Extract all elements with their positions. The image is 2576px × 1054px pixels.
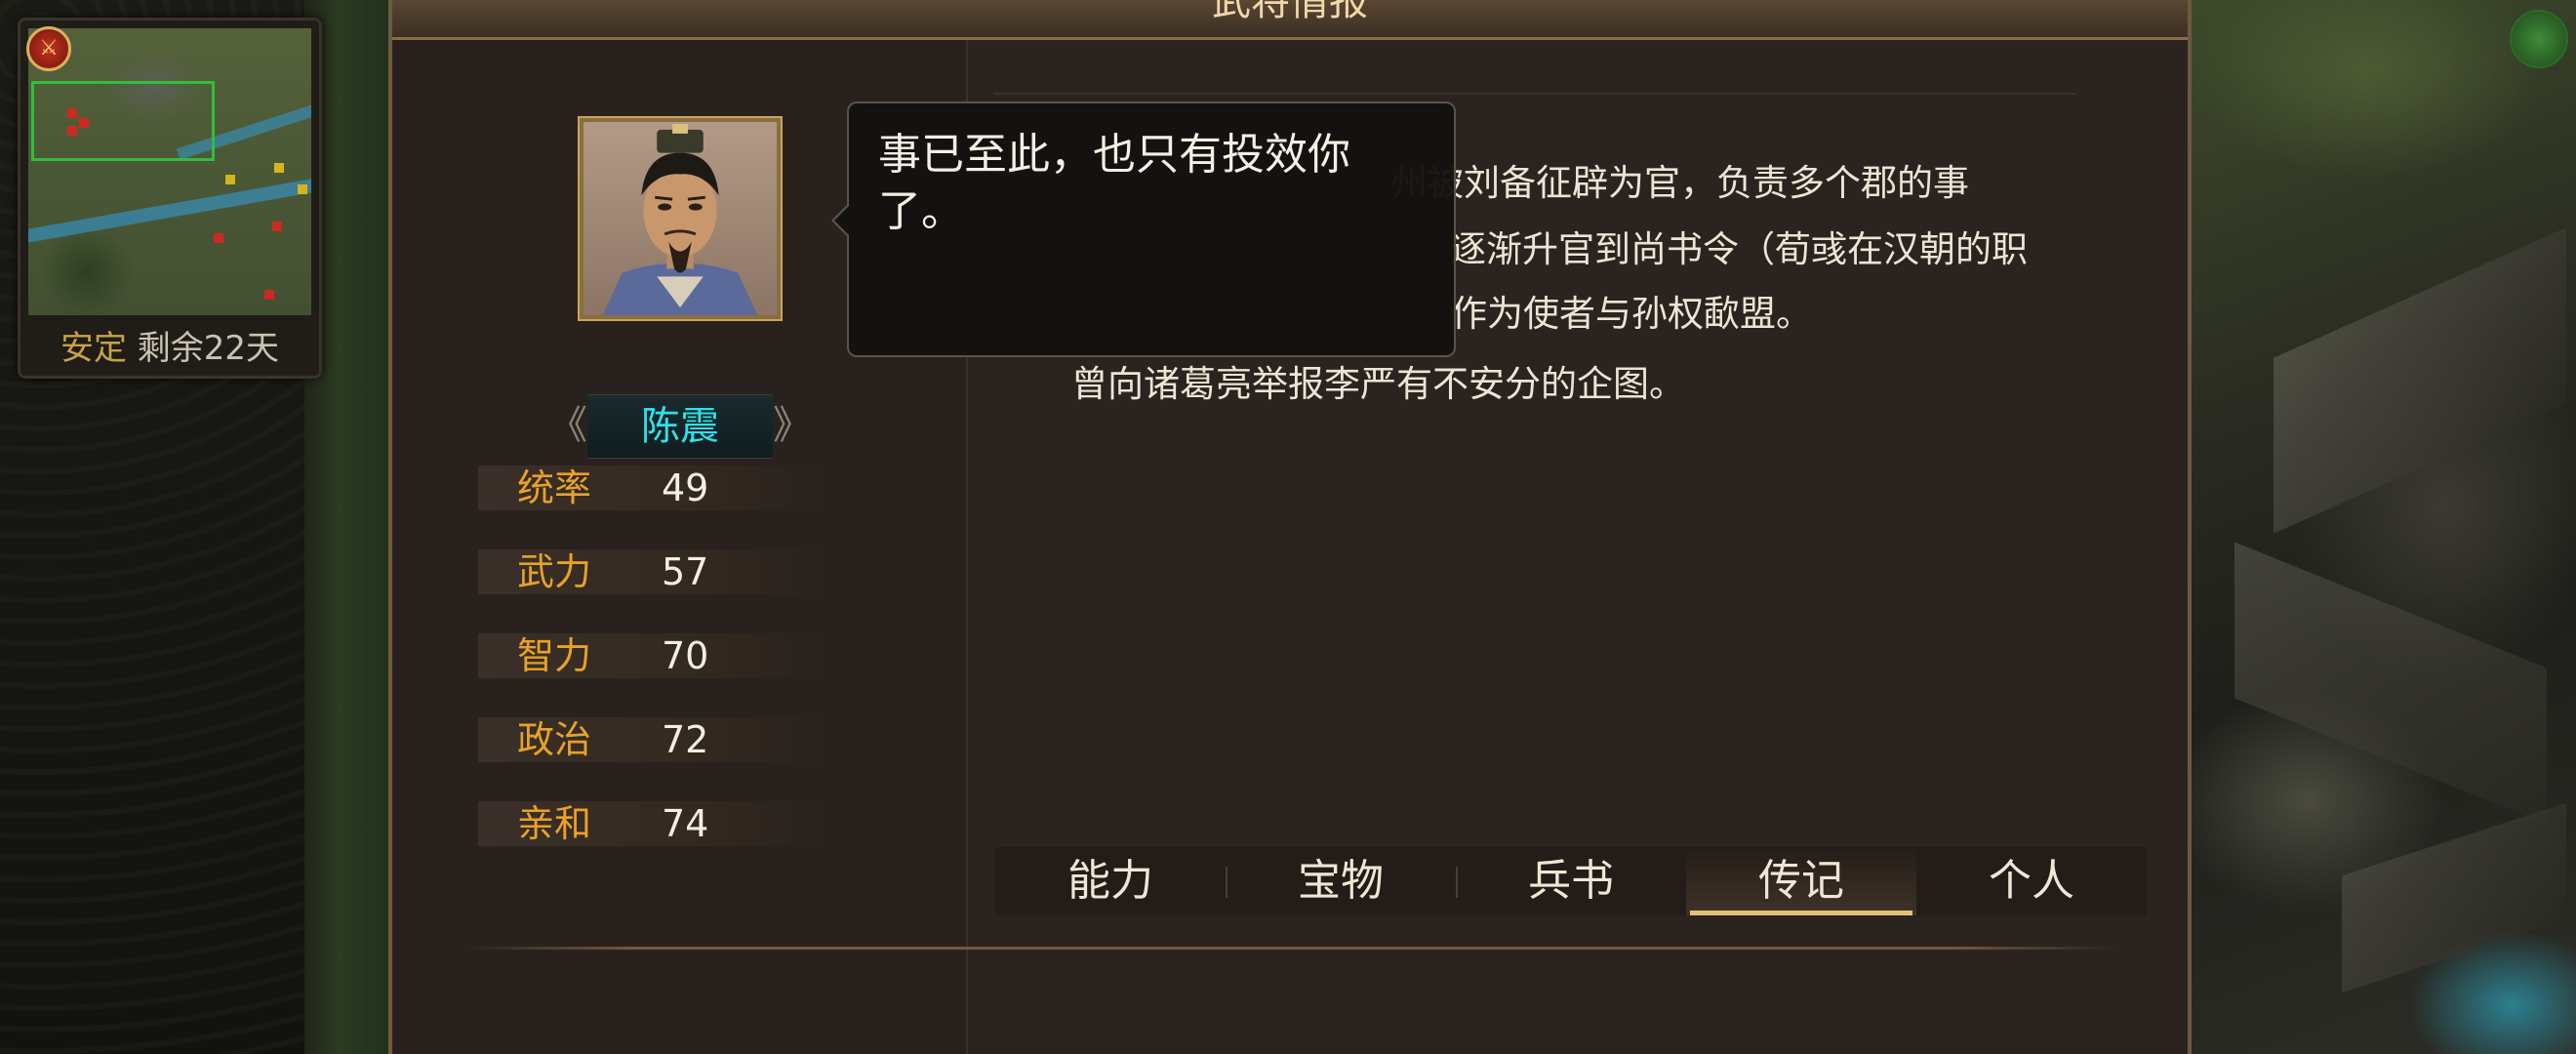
sword-seal-icon[interactable]: ⚔ — [26, 26, 71, 71]
info-tab-bar: 能力 宝物 兵书 传记 个人 — [995, 847, 2147, 915]
stat-value: 57 — [662, 550, 709, 593]
tab-personal[interactable]: 个人 — [1916, 847, 2147, 915]
minimap-enemy-marker — [67, 126, 77, 136]
minimap[interactable] — [28, 28, 311, 315]
stat-value: 72 — [662, 718, 709, 761]
minimap-enemy-marker — [272, 222, 282, 231]
stat-value: 74 — [662, 802, 709, 845]
stat-label: 武力 — [517, 550, 592, 593]
general-name-bar: 《 陈震 》 — [548, 394, 812, 459]
minimap-panel: ⚔ 安定 剩余22天 — [18, 18, 322, 379]
tab-biography[interactable]: 传记 — [1686, 847, 1916, 915]
minimap-enemy-marker — [264, 290, 274, 300]
stat-row-charm: 亲和 74 — [478, 801, 829, 846]
stat-row-politics: 政治 72 — [478, 717, 829, 762]
minimap-enemy-marker — [79, 118, 89, 128]
general-portrait[interactable] — [578, 116, 783, 321]
general-name: 陈震 — [641, 404, 719, 449]
stat-label: 统率 — [517, 466, 592, 509]
minimap-ally-marker — [274, 163, 284, 173]
speech-text: 事已至此，也只有投效你了。 — [878, 130, 1350, 236]
biography-line: 作为使者与孙权歃盟。 — [1451, 293, 1812, 335]
next-general-arrow-icon[interactable]: 》 — [773, 400, 812, 451]
stat-row-leadership: 统率 49 — [478, 466, 829, 510]
corner-green-badge-icon[interactable] — [2510, 10, 2568, 68]
speech-bubble-tail — [834, 205, 850, 236]
minimap-enemy-marker — [67, 108, 77, 118]
panel-title: 武将情报 — [1212, 0, 1368, 24]
minimap-viewport-frame[interactable] — [31, 81, 215, 161]
stat-label: 亲和 — [517, 802, 592, 845]
tab-ability[interactable]: 能力 — [995, 847, 1226, 915]
status-label: 安定 — [60, 329, 127, 368]
stat-row-intelligence: 智力 70 — [478, 633, 829, 678]
stat-label: 政治 — [517, 718, 592, 761]
portrait-image — [584, 122, 777, 315]
stat-row-war: 武力 57 — [478, 549, 829, 594]
city-status: 安定 剩余22天 — [20, 327, 319, 370]
minimap-river — [28, 179, 311, 243]
biography-line: 州被刘备征辟为官，负责多个郡的事 — [1391, 162, 1969, 204]
stat-label: 智力 — [517, 634, 592, 677]
panel-bottom-divider — [464, 947, 2117, 950]
prev-general-arrow-icon[interactable]: 《 — [548, 400, 587, 451]
biography-line: 曾向诸葛亮举报李严有不安分的企图。 — [1071, 363, 1685, 405]
days-remaining: 剩余22天 — [137, 329, 280, 368]
detail-divider — [993, 93, 2076, 95]
biography-line: 逐渐升官到尚书令（荀彧在汉朝的职 — [1450, 228, 2028, 270]
stat-value: 70 — [662, 634, 709, 677]
tab-war-manual[interactable]: 兵书 — [1456, 847, 1686, 915]
minimap-ally-marker — [225, 175, 235, 184]
speech-bubble: 事已至此，也只有投效你了。 — [831, 101, 1456, 357]
stat-value: 49 — [662, 466, 709, 509]
minimap-enemy-marker — [214, 233, 223, 243]
panel-header: 武将情报 — [392, 0, 2188, 40]
general-name-plate: 陈震 — [587, 394, 773, 459]
minimap-ally-marker — [298, 184, 307, 194]
tab-treasure[interactable]: 宝物 — [1226, 847, 1456, 915]
